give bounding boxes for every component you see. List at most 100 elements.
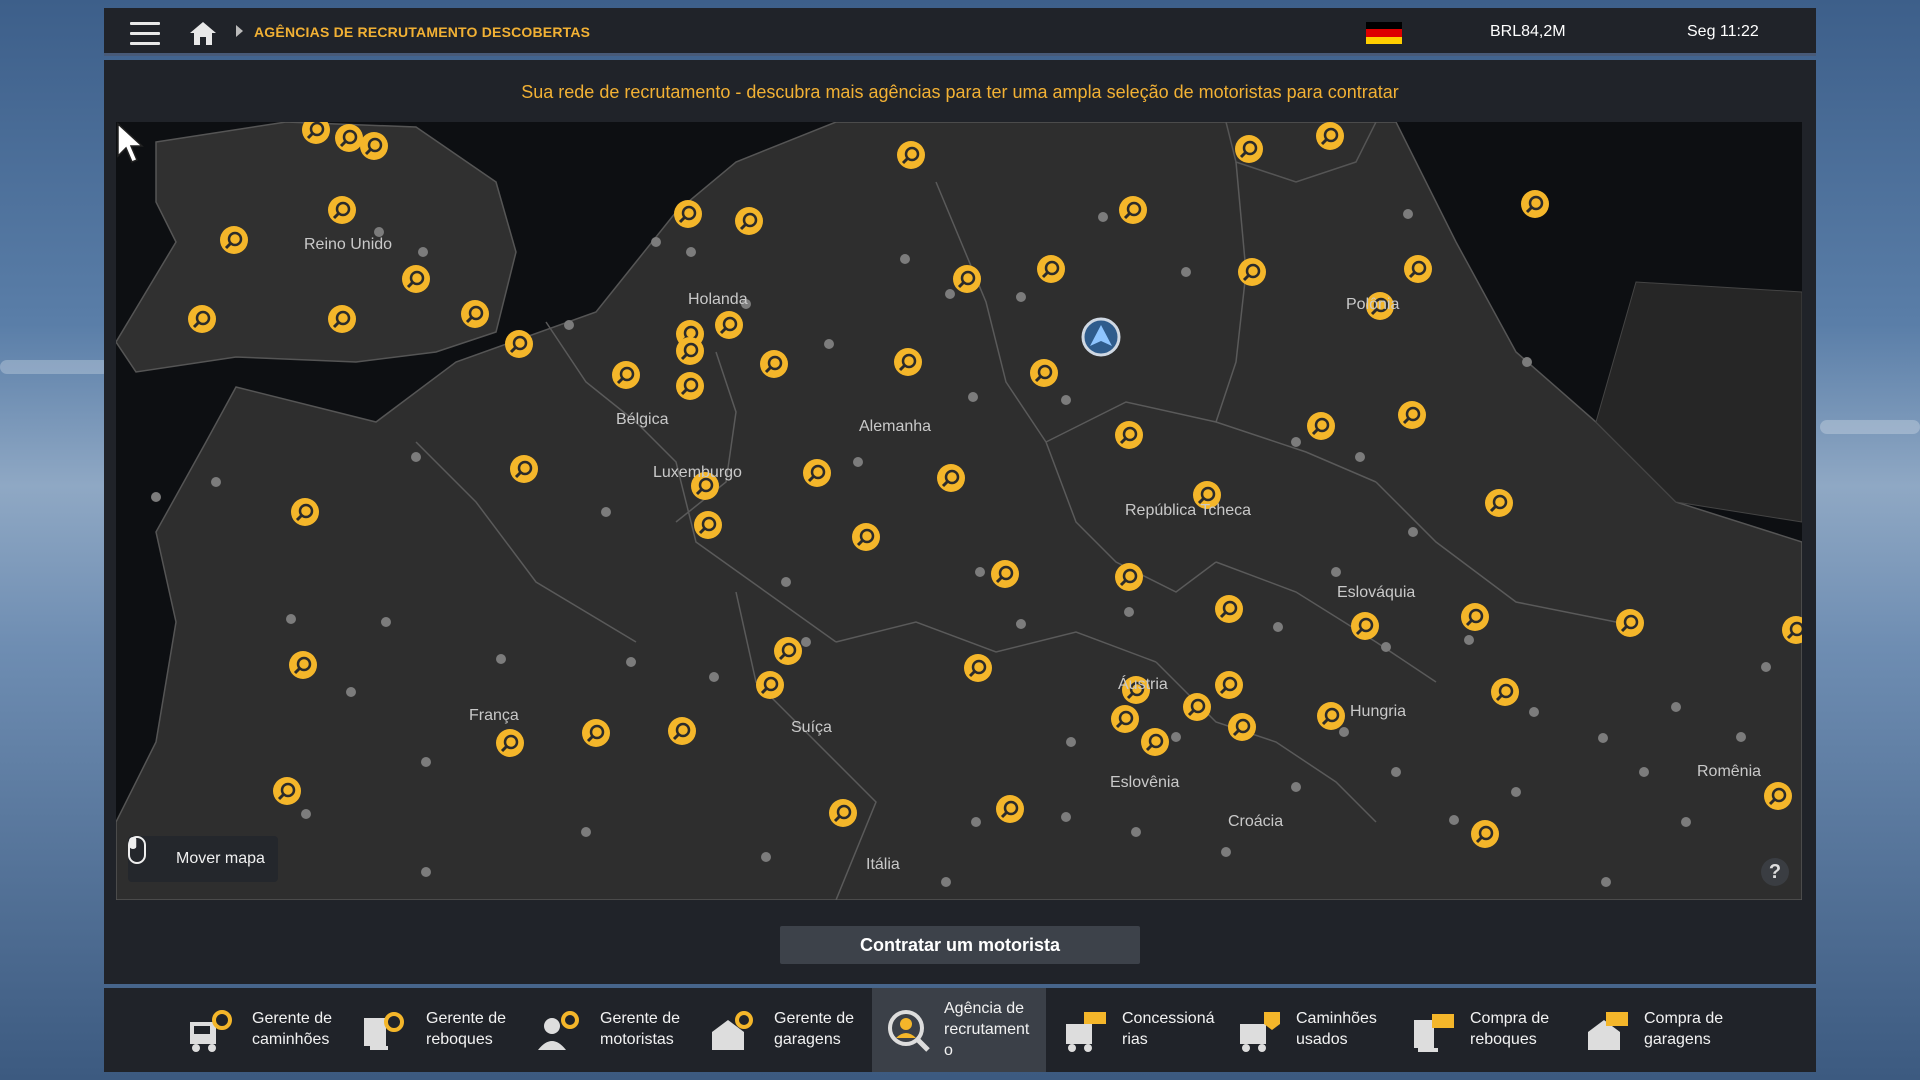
breadcrumb-arrow-icon	[236, 25, 243, 37]
hire-driver-button[interactable]: Contratar um motorista	[780, 926, 1140, 964]
agency-pin-icon[interactable]	[1616, 609, 1644, 637]
agency-pin-icon[interactable]	[188, 305, 216, 333]
move-map-label: Mover mapa	[176, 850, 265, 867]
agency-pin-icon[interactable]	[1764, 782, 1792, 810]
dealer-icon	[1066, 1012, 1106, 1052]
agency-pin-icon[interactable]	[1183, 693, 1211, 721]
agency-pin-icon[interactable]	[964, 654, 992, 682]
nav-trailer-manager[interactable]: Gerente de reboques	[334, 988, 508, 1072]
agency-pin-icon[interactable]	[273, 777, 301, 805]
agency-pin-icon[interactable]	[996, 795, 1024, 823]
agency-pin-icon[interactable]	[328, 305, 356, 333]
europe-map[interactable]: Reino Unido Holanda Bélgica Luxemburgo A…	[116, 122, 1802, 900]
nav-used-trucks[interactable]: Caminhões usados	[1218, 988, 1392, 1072]
agency-pin-icon[interactable]	[510, 455, 538, 483]
agency-pin-icon[interactable]	[1115, 563, 1143, 591]
agency-pin-icon[interactable]	[496, 729, 524, 757]
trailer-gear-icon	[364, 1012, 404, 1050]
home-icon[interactable]	[188, 20, 218, 46]
agency-pin-icon[interactable]	[676, 337, 704, 365]
agency-pin-icon[interactable]	[220, 226, 248, 254]
agency-pin-icon[interactable]	[760, 350, 788, 378]
agency-pin-icon[interactable]	[803, 459, 831, 487]
agency-pin-icon[interactable]	[676, 372, 704, 400]
agency-pin-icon[interactable]	[1030, 359, 1058, 387]
agency-pin-icon[interactable]	[774, 637, 802, 665]
agency-pin-icon[interactable]	[1235, 135, 1263, 163]
agency-pin-icon[interactable]	[1404, 255, 1432, 283]
nav-garage-manager[interactable]: Gerente de garagens	[682, 988, 856, 1072]
nav-dealers[interactable]: Concessioná rias	[1044, 988, 1218, 1072]
agency-pin-icon[interactable]	[674, 200, 702, 228]
country-label: Eslovênia	[1110, 774, 1179, 791]
breadcrumb: AGÊNCIAS DE RECRUTAMENTO DESCOBERTAS	[254, 24, 591, 40]
agency-pin-icon[interactable]	[1491, 678, 1519, 706]
country-label: Reino Unido	[304, 236, 392, 253]
agency-pin-icon[interactable]	[894, 348, 922, 376]
agency-pin-icon[interactable]	[1238, 258, 1266, 286]
agency-pin-icon[interactable]	[1215, 671, 1243, 699]
agency-pin-icon[interactable]	[1215, 595, 1243, 623]
agency-pin-icon[interactable]	[328, 196, 356, 224]
help-icon[interactable]: ?	[1761, 858, 1789, 886]
country-label: Alemanha	[859, 418, 931, 435]
agency-pin-icon[interactable]	[1037, 255, 1065, 283]
agency-pin-icon[interactable]	[756, 671, 784, 699]
agency-pin-icon[interactable]	[1471, 820, 1499, 848]
nav-buy-garages[interactable]: Compra de garagens	[1566, 988, 1740, 1072]
agency-pin-icon[interactable]	[505, 330, 533, 358]
country-label: Itália	[866, 856, 900, 873]
agency-pin-icon[interactable]	[1115, 421, 1143, 449]
garage-gear-icon	[712, 1011, 753, 1050]
agency-pin-icon[interactable]	[1111, 705, 1139, 733]
country-label: Eslováquia	[1337, 584, 1415, 601]
agency-pin-icon[interactable]	[829, 799, 857, 827]
agency-pin-icon[interactable]	[335, 124, 363, 152]
agency-pin-icon[interactable]	[897, 141, 925, 169]
agency-pin-icon[interactable]	[402, 265, 430, 293]
nav-truck-manager[interactable]: Gerente de caminhões	[160, 988, 334, 1072]
agency-pin-icon[interactable]	[735, 207, 763, 235]
country-label: França	[469, 707, 519, 724]
nav-recruitment-agency[interactable]: Agência de recrutament o	[872, 988, 1046, 1072]
agency-pin-icon[interactable]	[991, 560, 1019, 588]
agency-pin-icon[interactable]	[953, 265, 981, 293]
menu-icon[interactable]	[130, 22, 160, 45]
mouse-icon	[128, 836, 146, 864]
agency-pin-icon[interactable]	[1228, 713, 1256, 741]
truck-gear-icon	[190, 1010, 232, 1052]
agency-pin-icon[interactable]	[461, 300, 489, 328]
player-truck-marker	[1081, 317, 1121, 357]
nav-driver-manager[interactable]: Gerente de motoristas	[508, 988, 682, 1072]
agency-pin-icon[interactable]	[1521, 190, 1549, 218]
country-label: Croácia	[1228, 813, 1283, 830]
agency-pin-icon[interactable]	[852, 523, 880, 551]
agency-pin-icon[interactable]	[668, 717, 696, 745]
nav-buy-trailers[interactable]: Compra de reboques	[1392, 988, 1566, 1072]
agency-pin-icon[interactable]	[1351, 612, 1379, 640]
agency-pin-icon[interactable]	[291, 498, 319, 526]
agency-pin-icon[interactable]	[1316, 122, 1344, 150]
agency-pin-icon[interactable]	[289, 651, 317, 679]
agency-pin-icon[interactable]	[694, 511, 722, 539]
agency-pin-icon[interactable]	[1317, 702, 1345, 730]
country-label: Polônia	[1346, 296, 1399, 313]
map-canvas: Reino Unido Holanda Bélgica Luxemburgo A…	[116, 122, 1802, 900]
agency-pin-icon[interactable]	[1119, 196, 1147, 224]
agency-pin-icon[interactable]	[715, 311, 743, 339]
agency-pin-icon[interactable]	[360, 132, 388, 160]
agency-pin-icon[interactable]	[1485, 489, 1513, 517]
country-label: Áustria	[1118, 674, 1168, 693]
country-label: Luxemburgo	[653, 464, 742, 481]
agency-pin-icon[interactable]	[1461, 603, 1489, 631]
agency-pin-icon[interactable]	[1398, 401, 1426, 429]
agency-pin-icon[interactable]	[582, 719, 610, 747]
background-streak	[0, 360, 110, 374]
background-streak	[1820, 420, 1920, 434]
agency-pin-icon[interactable]	[1141, 728, 1169, 756]
agency-pin-icon[interactable]	[612, 361, 640, 389]
agency-pin-icon[interactable]	[1307, 412, 1335, 440]
country-label: República Tcheca	[1125, 502, 1251, 519]
driver-gear-icon	[538, 1011, 579, 1050]
agency-pin-icon[interactable]	[937, 464, 965, 492]
